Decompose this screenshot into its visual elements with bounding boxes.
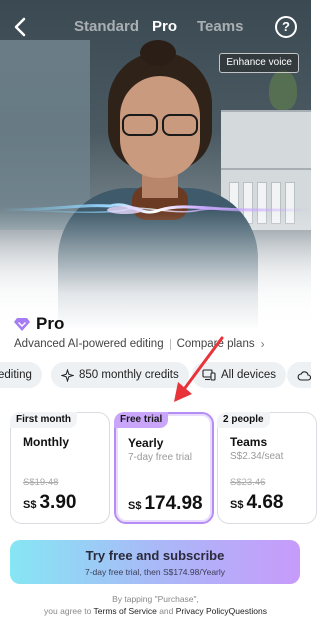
price-amount: 4.68 xyxy=(246,492,284,513)
tab-teams[interactable]: Teams xyxy=(197,18,243,35)
plan-price: S$ 4.68 xyxy=(230,492,283,514)
currency: S$ xyxy=(23,499,37,511)
tab-pro[interactable]: Pro xyxy=(152,18,177,35)
subscribe-button[interactable]: Try free and subscribe 7-day free trial,… xyxy=(10,540,300,584)
plan-note: S$2.34/seat xyxy=(230,451,284,462)
legal-text: you agree to xyxy=(44,606,92,616)
privacy-link[interactable]: Privacy Policy xyxy=(176,606,229,616)
top-bar: Standard Pro Teams ? xyxy=(0,0,311,56)
plan-price: S$ 174.98 xyxy=(128,493,203,515)
price-amount: 174.98 xyxy=(144,493,203,514)
legal-line-1: By tapping "Purchase", xyxy=(112,594,199,604)
back-chevron-icon[interactable] xyxy=(10,14,32,40)
legal-text: and xyxy=(159,606,174,616)
tab-standard[interactable]: Standard xyxy=(74,18,139,35)
enhance-voice-button[interactable]: Enhance voice xyxy=(219,53,299,73)
plan-title-text: Pro xyxy=(36,314,65,333)
original-price: S$19.48 xyxy=(23,477,59,488)
feature-chips[interactable]: editing 850 monthly credits All devices xyxy=(0,362,311,388)
sparkle-icon xyxy=(61,368,74,382)
plan-badge: Free trial xyxy=(114,412,169,428)
terms-link[interactable]: Terms of Service xyxy=(94,606,157,616)
pointer-arrow-icon xyxy=(174,336,224,402)
plan-card-yearly[interactable]: Free trial Yearly 7-day free trial S$ 17… xyxy=(114,412,214,524)
plan-badge: First month xyxy=(10,412,77,428)
currency: S$ xyxy=(128,500,142,512)
feature-chip-cloud xyxy=(287,362,311,388)
plan-card-monthly[interactable]: First month Monthly S$19.48 S$ 3.90 xyxy=(10,412,110,524)
feature-label: 850 monthly credits xyxy=(79,369,179,381)
plan-name: Monthly xyxy=(23,435,69,449)
feature-chip-editing: editing xyxy=(0,362,42,388)
plan-name: Teams xyxy=(230,435,268,449)
plant xyxy=(269,70,297,110)
questions-link[interactable]: Questions xyxy=(229,606,267,616)
help-icon[interactable]: ? xyxy=(275,16,297,38)
plan-subtitle: Advanced AI-powered editing xyxy=(14,338,164,350)
plan-name: Yearly xyxy=(128,436,164,450)
plan-note: 7-day free trial xyxy=(128,452,192,463)
subscribe-button-sublabel: 7-day free trial, then S$174.98/Yearly xyxy=(84,567,226,577)
plan-price: S$ 3.90 xyxy=(23,492,76,514)
cloud-icon xyxy=(297,370,311,381)
subscribe-button-label: Try free and subscribe xyxy=(85,548,225,563)
plan-badge: 2 people xyxy=(217,412,270,428)
plan-title: Pro xyxy=(14,314,64,334)
diamond-icon xyxy=(14,318,30,331)
currency: S$ xyxy=(230,499,244,511)
plan-card-teams[interactable]: 2 people Teams S$2.34/seat S$23.46 S$ 4.… xyxy=(217,412,317,524)
feature-label: editing xyxy=(0,369,32,381)
price-amount: 3.90 xyxy=(39,492,77,513)
chevron-right-icon: › xyxy=(260,337,265,351)
original-price: S$23.46 xyxy=(230,477,266,488)
legal-line-2: you agree to Terms of Service and Privac… xyxy=(0,606,311,616)
